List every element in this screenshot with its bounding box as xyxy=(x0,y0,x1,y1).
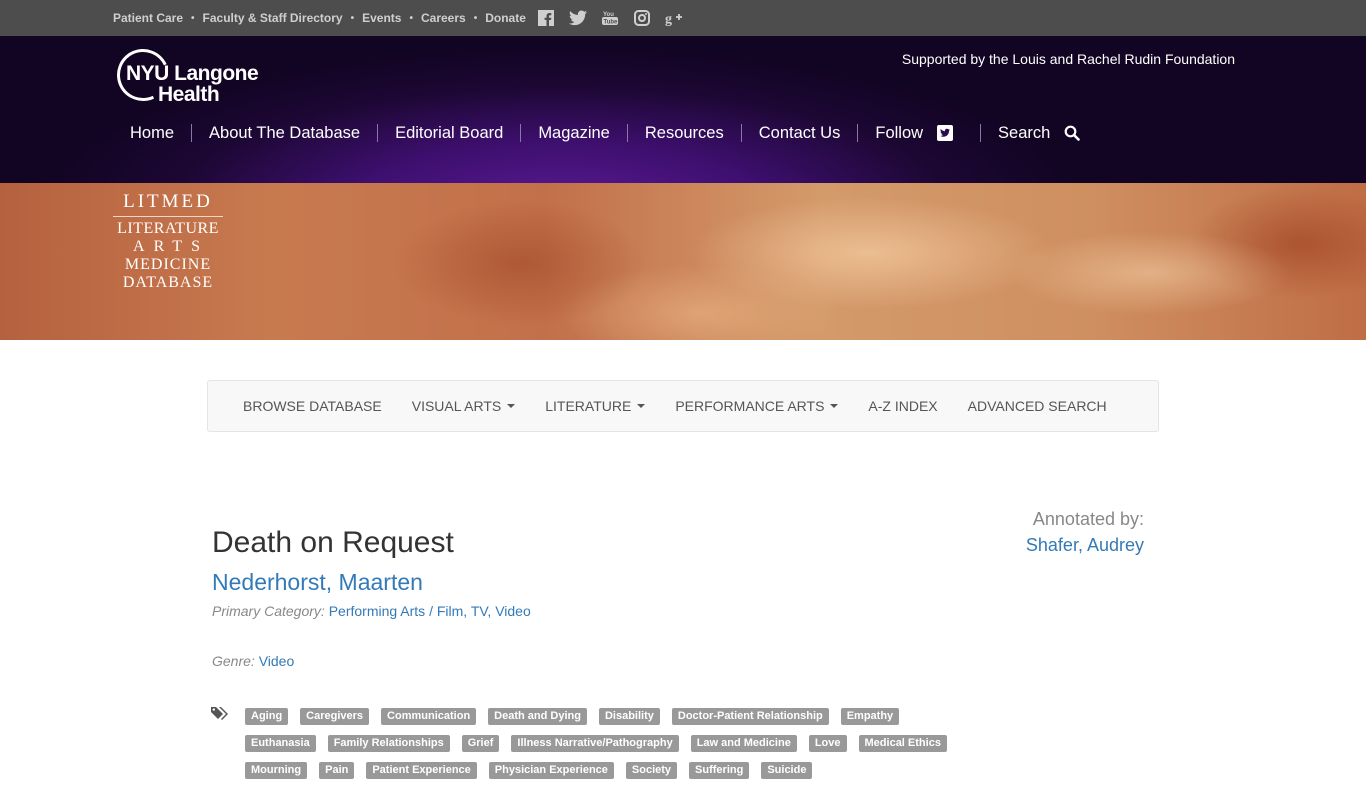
nav-magazine[interactable]: Magazine xyxy=(521,124,627,143)
nav-editorial-board[interactable]: Editorial Board xyxy=(378,124,520,143)
nav-performance-arts-label: PERFORMANCE ARTS xyxy=(675,398,825,414)
litmed-medicine: MEDICINE xyxy=(124,256,212,273)
tag-item[interactable]: Aging xyxy=(245,708,289,725)
svg-text:g: g xyxy=(665,12,672,26)
litmed-title: LITMED xyxy=(123,191,213,212)
nav-follow-label: Follow xyxy=(875,123,924,142)
litmed-rule xyxy=(113,216,223,217)
nav-browse-database[interactable]: BROWSE DATABASE xyxy=(208,398,397,414)
logo-text-line2: Health xyxy=(158,83,220,106)
instagram-icon[interactable] xyxy=(631,7,653,29)
database-nav: BROWSE DATABASE VISUAL ARTS LITERATURE P… xyxy=(207,380,1159,432)
svg-text:Tube: Tube xyxy=(603,19,618,25)
tag-item[interactable]: Pain xyxy=(319,762,355,779)
nyu-langone-logo[interactable]: NYU Langone Health xyxy=(109,41,259,109)
tag-item[interactable]: Mourning xyxy=(245,762,308,779)
nav-literature-label: LITERATURE xyxy=(545,398,632,414)
separator-dot: • xyxy=(409,12,413,24)
primary-category: Primary Category: Performing Arts / Film… xyxy=(212,603,531,619)
tag-item[interactable]: Disability xyxy=(598,708,660,725)
annotated-by-label: Annotated by: xyxy=(1032,509,1144,529)
category-performing-arts-link[interactable]: Performing Arts xyxy=(329,603,425,619)
litmed-logo[interactable]: LITMED LITERATURE ARTS MEDICINE DATABASE xyxy=(113,191,223,292)
tag-item[interactable]: Doctor-Patient Relationship xyxy=(671,708,829,725)
tag-item[interactable]: Caregivers xyxy=(300,708,370,725)
link-events[interactable]: Events xyxy=(362,11,401,25)
nav-resources[interactable]: Resources xyxy=(628,124,741,143)
tag-item[interactable]: Society xyxy=(625,762,678,779)
tag-item[interactable]: Suicide xyxy=(761,762,813,779)
main-nav: Home About The Database Editorial Board … xyxy=(113,116,1097,150)
genre-label: Genre: xyxy=(212,653,255,669)
separator-dot: • xyxy=(191,12,195,24)
supported-by-text: Supported by the Louis and Rachel Rudin … xyxy=(901,51,1235,67)
separator-dot: • xyxy=(473,12,478,24)
primary-category-label: Primary Category: xyxy=(212,603,325,619)
nav-visual-arts-label: VISUAL ARTS xyxy=(411,398,502,414)
twitter-icon[interactable] xyxy=(567,7,589,29)
tag-item[interactable]: Medical Ethics xyxy=(858,735,947,752)
caret-down-icon xyxy=(507,404,516,408)
tag-item[interactable]: Grief xyxy=(461,735,500,752)
nav-az-index[interactable]: A-Z INDEX xyxy=(853,398,952,414)
tag-item[interactable]: Euthanasia xyxy=(245,735,316,752)
category-separator: / xyxy=(429,603,433,619)
nav-search-label: Search xyxy=(998,123,1051,142)
genre-video-link[interactable]: Video xyxy=(259,653,295,669)
tag-item[interactable]: Communication xyxy=(381,708,477,725)
tag-item[interactable]: Suffering xyxy=(689,762,750,779)
twitter-square-icon xyxy=(937,125,954,141)
nav-literature-dropdown[interactable]: LITERATURE xyxy=(530,398,660,414)
annotator-link[interactable]: Shafer, Audrey xyxy=(1026,535,1144,556)
tag-item[interactable]: Illness Narrative/Pathography xyxy=(511,735,679,752)
tag-item[interactable]: Patient Experience xyxy=(366,762,477,779)
tag-item[interactable]: Love xyxy=(808,735,847,752)
category-film-tv-video-link[interactable]: Film, TV, Video xyxy=(437,603,531,619)
annotated-by: Annotated by: Shafer, Audrey xyxy=(1026,509,1144,556)
google-plus-icon[interactable]: g xyxy=(663,7,685,29)
link-donate[interactable]: Donate xyxy=(485,11,526,25)
link-patient-care[interactable]: Patient Care xyxy=(113,11,183,25)
nav-search[interactable]: Search xyxy=(981,124,1097,143)
nav-follow[interactable]: Follow xyxy=(858,124,980,143)
tag-item[interactable]: Family Relationships xyxy=(327,735,450,752)
genre: Genre: Video xyxy=(212,653,294,669)
tag-item[interactable]: Physician Experience xyxy=(488,762,614,779)
nav-advanced-search[interactable]: ADVANCED SEARCH xyxy=(953,398,1122,414)
link-careers[interactable]: Careers xyxy=(421,11,466,25)
caret-down-icon xyxy=(637,404,646,408)
social-links: You Tube g xyxy=(535,7,695,29)
litmed-database: DATABASE xyxy=(122,274,214,291)
facebook-icon[interactable] xyxy=(535,7,557,29)
tag-list: Aging Caregivers Communication Death and Dy… xyxy=(245,708,975,789)
utility-links: Patient Care • Faculty & Staff Directory… xyxy=(113,0,695,36)
litmed-literature: LITERATURE xyxy=(117,220,219,237)
site-header: NYU Langone Health Supported by the Loui… xyxy=(0,36,1366,183)
litmed-arts: ARTS xyxy=(133,238,209,255)
nav-performance-arts-dropdown[interactable]: PERFORMANCE ARTS xyxy=(660,398,853,414)
link-faculty-directory[interactable]: Faculty & Staff Directory xyxy=(203,11,343,25)
nav-home[interactable]: Home xyxy=(113,124,191,143)
entry-title: Death on Request xyxy=(212,526,454,559)
nav-about[interactable]: About The Database xyxy=(192,124,377,143)
nav-contact[interactable]: Contact Us xyxy=(742,124,858,143)
youtube-icon[interactable]: You Tube xyxy=(599,7,621,29)
hero-banner: LITMED LITERATURE ARTS MEDICINE DATABASE xyxy=(0,183,1366,340)
author-link[interactable]: Nederhorst, Maarten xyxy=(212,569,423,596)
tag-item[interactable]: Empathy xyxy=(840,708,900,725)
tags-icon xyxy=(211,706,231,727)
tag-item[interactable]: Law and Medicine xyxy=(690,735,797,752)
search-icon xyxy=(1064,125,1081,141)
nav-visual-arts-dropdown[interactable]: VISUAL ARTS xyxy=(397,398,530,414)
utility-bar: Patient Care • Faculty & Staff Directory… xyxy=(0,0,1366,36)
caret-down-icon xyxy=(830,404,839,408)
separator-dot: • xyxy=(350,12,355,24)
tag-item[interactable]: Death and Dying xyxy=(488,708,587,725)
